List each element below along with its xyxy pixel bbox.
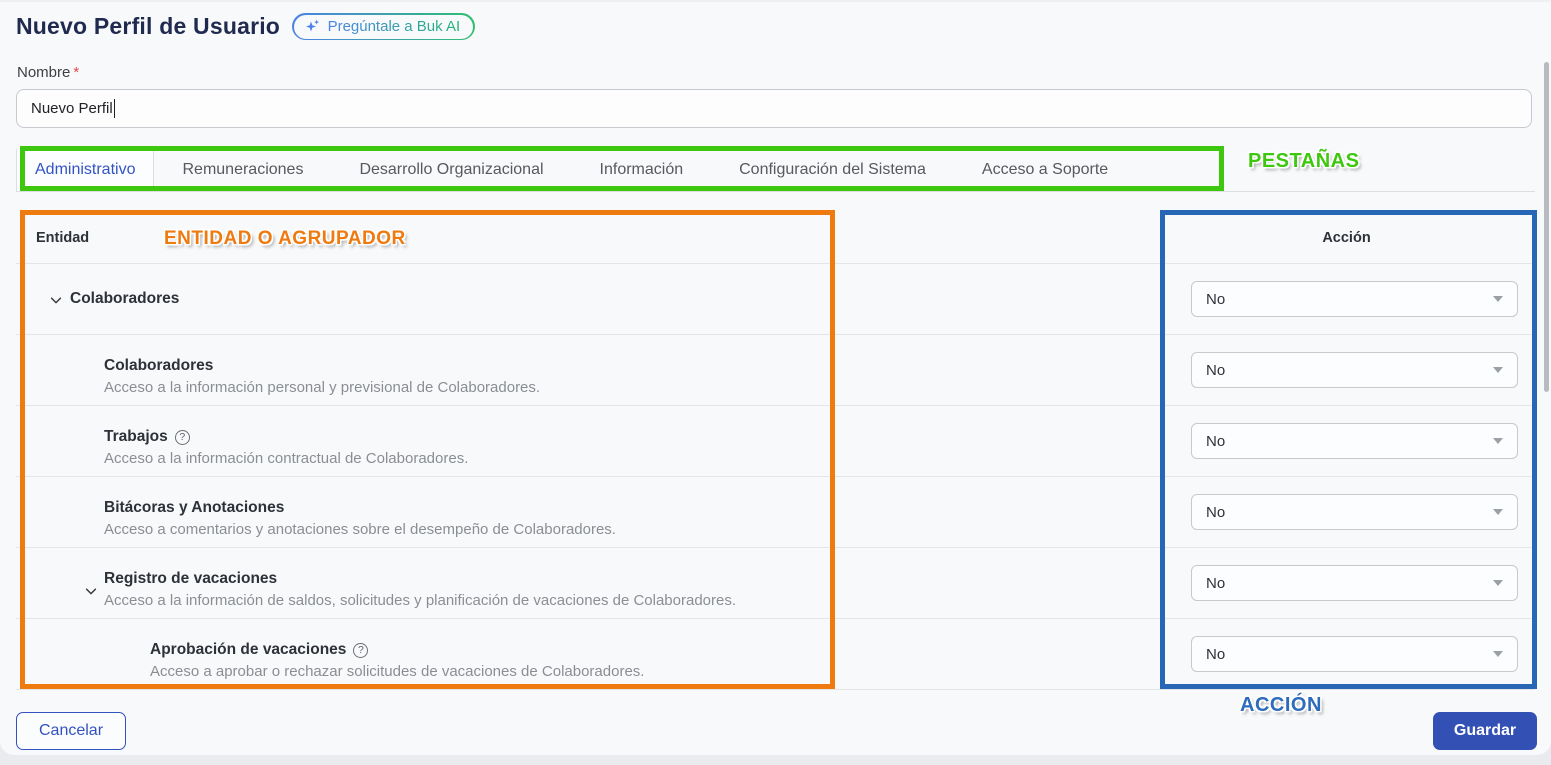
entity-title: Registro de vacaciones <box>104 570 278 587</box>
entity-title: Colaboradores <box>104 357 214 374</box>
tab-desarrollo-organizacional[interactable]: Desarrollo Organizacional <box>331 149 571 191</box>
entity-title: Bitácoras y Anotaciones <box>104 499 285 516</box>
cancel-button[interactable]: Cancelar <box>16 712 127 750</box>
action-select[interactable]: No <box>1191 636 1518 672</box>
tab-remuneraciones[interactable]: Remuneraciones <box>154 149 331 191</box>
table-row: Registro de vacaciones Acceso a la infor… <box>16 548 1535 619</box>
text-cursor <box>113 99 116 118</box>
action-select[interactable]: No <box>1191 352 1518 388</box>
chevron-down-icon <box>1493 509 1503 515</box>
table-row: Bitácoras y Anotaciones Acceso a comenta… <box>16 477 1535 548</box>
action-select-value: No <box>1206 645 1226 663</box>
chevron-down-icon <box>1493 438 1503 444</box>
tab-bar: Administrativo Remuneraciones Desarrollo… <box>16 149 1535 192</box>
action-select-value: No <box>1206 432 1226 450</box>
chevron-down-icon <box>1493 296 1503 302</box>
entity-description: Acceso a la información contractual de C… <box>104 450 469 467</box>
table-row: Colaboradores Acceso a la información pe… <box>16 335 1535 406</box>
tab-acceso-a-soporte[interactable]: Acceso a Soporte <box>954 149 1136 191</box>
vertical-scrollbar[interactable] <box>1544 62 1549 392</box>
table-row: Colaboradores No <box>16 264 1535 335</box>
entity-title: Aprobación de vacaciones <box>150 641 347 658</box>
tab-configuracion-del-sistema[interactable]: Configuración del Sistema <box>711 149 954 191</box>
action-select-value: No <box>1206 574 1226 592</box>
name-input-value: Nuevo Perfil <box>31 100 113 117</box>
name-input[interactable]: Nuevo Perfil <box>16 89 1532 128</box>
chevron-down-icon <box>1493 651 1503 657</box>
save-button[interactable]: Guardar <box>1433 712 1537 750</box>
table-row: Aprobación de vacaciones ? Acceso a apro… <box>16 619 1535 690</box>
action-select[interactable]: No <box>1191 565 1518 601</box>
entity-column-header: Entidad <box>36 229 90 246</box>
action-select[interactable]: No <box>1191 423 1518 459</box>
entity-description: Acceso a aprobar o rechazar solicitudes … <box>150 663 645 680</box>
page-title: Nuevo Perfil de Usuario <box>16 13 281 39</box>
action-select-value: No <box>1206 503 1226 521</box>
tab-administrativo[interactable]: Administrativo <box>16 149 155 191</box>
entity-description: Acceso a comentarios y anotaciones sobre… <box>104 521 616 538</box>
chevron-down-icon <box>1493 580 1503 586</box>
action-select[interactable]: No <box>1191 494 1518 530</box>
name-label-text: Nombre <box>17 64 71 81</box>
ask-buk-ai-button[interactable]: Pregúntale a Buk AI <box>292 13 475 40</box>
action-select[interactable]: No <box>1191 281 1518 317</box>
entity-description: Acceso a la información de saldos, solic… <box>104 592 737 609</box>
help-icon[interactable]: ? <box>353 642 369 658</box>
chevron-down-icon[interactable] <box>49 293 63 307</box>
table-header-row: Entidad Acción <box>16 212 1535 264</box>
page-header: Nuevo Perfil de Usuario Pregúntale a Buk… <box>16 13 475 40</box>
entity-title: Trabajos <box>104 428 168 445</box>
chevron-down-icon[interactable] <box>84 584 98 598</box>
help-icon[interactable]: ? <box>174 429 190 445</box>
ask-buk-ai-label: Pregúntale a Buk AI <box>327 17 461 35</box>
ask-buk-ai-inner: Pregúntale a Buk AI <box>293 14 474 39</box>
profile-form-page: Nuevo Perfil de Usuario Pregúntale a Buk… <box>0 0 1551 755</box>
action-select-value: No <box>1206 361 1226 379</box>
action-column-header: Acción <box>1322 229 1371 246</box>
permissions-table: Entidad Acción Colaboradores No Colabora… <box>16 212 1535 690</box>
action-select-value: No <box>1206 290 1226 308</box>
tab-informacion[interactable]: Información <box>572 149 712 191</box>
required-asterisk: * <box>73 64 80 81</box>
entity-description: Acceso a la información personal y previ… <box>104 379 541 396</box>
sparkle-icon <box>304 18 321 35</box>
table-row: Trabajos ? Acceso a la información contr… <box>16 406 1535 477</box>
entity-title: Colaboradores <box>70 290 180 307</box>
chevron-down-icon <box>1493 367 1503 373</box>
name-label: Nombre * <box>17 64 79 81</box>
